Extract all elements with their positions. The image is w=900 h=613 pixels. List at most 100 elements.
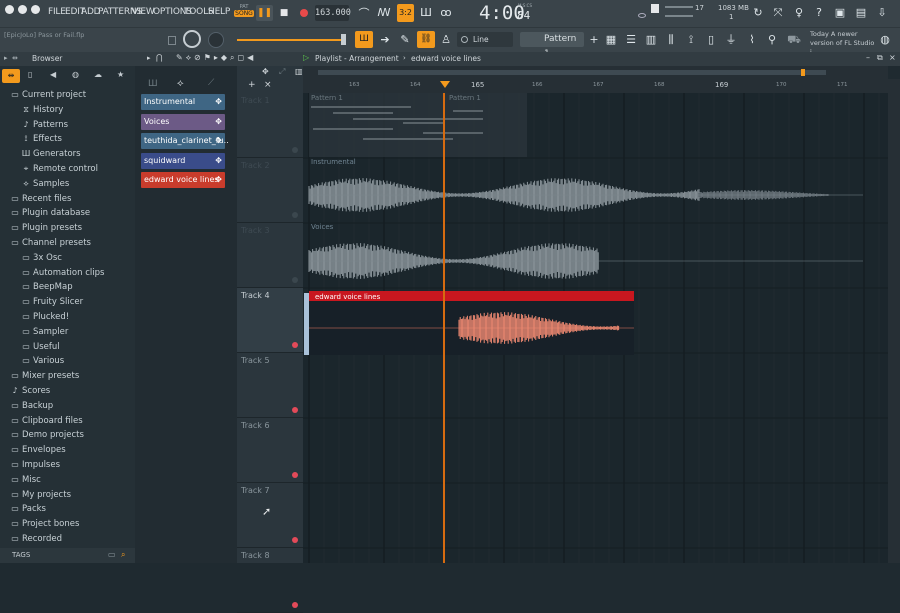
stamp-icon[interactable]: ♙: [439, 33, 453, 47]
master-fader[interactable]: [237, 39, 344, 41]
track-record-dot[interactable]: [292, 537, 298, 543]
help-icon[interactable]: ?: [812, 6, 826, 20]
audio-clip-icon[interactable]: ⟡: [177, 78, 184, 89]
step-edit-icon[interactable]: Ш: [419, 6, 433, 20]
playlist-play-icon[interactable]: ▷: [303, 53, 309, 62]
track-record-dot[interactable]: [292, 212, 298, 218]
remove-track-icon[interactable]: ×: [264, 80, 272, 90]
loop-record-icon[interactable]: ꚙ: [439, 6, 453, 20]
pattern-select[interactable]: Pattern 1: [520, 32, 584, 59]
mixer-icon[interactable]: ⫼: [664, 33, 678, 47]
move-icon[interactable]: ✥: [262, 67, 269, 76]
wait-input-icon[interactable]: ꟿ: [377, 6, 391, 20]
maximize-window-icon[interactable]: [31, 5, 40, 14]
pat-song-toggle[interactable]: PAT SONG: [234, 4, 254, 22]
save-icon[interactable]: ▣: [833, 6, 847, 20]
track-header[interactable]: Track 3: [237, 223, 303, 288]
document-icon[interactable]: ▯: [704, 33, 718, 47]
window-close-icon[interactable]: ×: [889, 53, 896, 62]
menu-help[interactable]: HELP: [208, 7, 230, 17]
menu-view[interactable]: VIEW: [132, 7, 155, 17]
microphone-icon[interactable]: ♀: [792, 6, 806, 20]
cloud-download-icon[interactable]: ⇩: [875, 6, 889, 20]
browser-cloud-tab[interactable]: ☁: [94, 70, 102, 79]
pause-button[interactable]: ❚❚: [256, 5, 273, 21]
picker-clip[interactable]: Instrumental ✥: [141, 94, 225, 110]
drag-handle-icon[interactable]: ✥: [215, 114, 222, 130]
playlist-icon[interactable]: ▦: [604, 33, 618, 47]
timeline-ruler[interactable]: 163 164 165 166 167 168 169 170 171: [303, 79, 888, 93]
plug-icon[interactable]: ⏚: [724, 33, 738, 47]
brush-icon[interactable]: ⌇: [745, 33, 759, 47]
track-record-dot[interactable]: [292, 602, 298, 608]
track-header[interactable]: Track 2: [237, 158, 303, 223]
track-header[interactable]: Track 6: [237, 418, 303, 483]
cart-icon[interactable]: ⛟: [787, 33, 801, 47]
browser-files-tab[interactable]: ▯: [28, 70, 32, 79]
person-icon[interactable]: ⚲: [765, 33, 779, 47]
playlist-grid[interactable]: Pattern 1 Pattern 1 Instrumental Voices edwa…: [303, 93, 888, 563]
drag-handle-icon[interactable]: ✥: [215, 172, 222, 188]
track-header[interactable]: Track 8: [237, 548, 303, 613]
picker-clip[interactable]: edward voice lines ✥: [141, 172, 225, 188]
track-record-dot[interactable]: [292, 342, 298, 348]
browser-plugins-tab[interactable]: ◀: [50, 70, 56, 79]
track-header[interactable]: Track 1: [237, 93, 303, 158]
add-track-icon[interactable]: +: [248, 80, 256, 90]
refresh-icon[interactable]: ↻: [751, 6, 765, 20]
picker-clip[interactable]: teuthida_clarinet_fu.. ✥: [141, 133, 229, 149]
automation-icon[interactable]: ⟋: [208, 78, 214, 88]
master-fader-handle[interactable]: [341, 34, 346, 45]
channel-volume-icon[interactable]: [168, 36, 176, 45]
record-button[interactable]: [300, 9, 308, 17]
overview-scroll[interactable]: [318, 70, 826, 75]
drag-handle-icon[interactable]: ✥: [215, 133, 222, 149]
channel-rack-icon[interactable]: ☰: [624, 33, 638, 47]
piano-roll-icon[interactable]: ▥: [644, 33, 658, 47]
folder-icon[interactable]: ▭: [108, 550, 116, 559]
pitch-knob-icon[interactable]: [638, 13, 646, 18]
browser-all-tab[interactable]: ⇹: [2, 69, 20, 83]
track-header[interactable]: Track 4: [237, 288, 303, 353]
typing-keyboard-button[interactable]: Ш: [355, 31, 373, 48]
piano-icon[interactable]: Ш: [148, 79, 158, 89]
pencil-icon[interactable]: ✎: [398, 33, 412, 47]
playhead-marker[interactable]: [440, 81, 450, 88]
arrow-right-icon[interactable]: ➔: [378, 33, 392, 47]
metronome-icon[interactable]: ⌒: [357, 7, 371, 21]
drag-handle-icon[interactable]: ✥: [215, 94, 222, 110]
track-record-dot[interactable]: [292, 277, 298, 283]
search-icon[interactable]: ⌕: [121, 550, 125, 560]
tempo-display[interactable]: 163.000: [315, 5, 351, 21]
master-volume-knob[interactable]: [183, 30, 201, 48]
menu-file[interactable]: FILE: [48, 7, 66, 17]
picker-clip[interactable]: Voices ✥: [141, 113, 225, 130]
track-record-dot[interactable]: [292, 472, 298, 478]
close-window-icon[interactable]: [5, 5, 14, 14]
add-pattern-icon[interactable]: +: [587, 33, 601, 47]
window-minimize-icon[interactable]: –: [866, 53, 870, 62]
browser-arrow-icon[interactable]: ▸: [4, 54, 8, 62]
track-header[interactable]: Track 5: [237, 353, 303, 418]
track-record-dot[interactable]: [292, 407, 298, 413]
resize-icon[interactable]: ⤢: [279, 67, 285, 77]
panic-icon[interactable]: ⤧: [771, 6, 785, 20]
globe-icon[interactable]: ◍: [878, 33, 892, 47]
drag-handle-icon[interactable]: ✥: [215, 153, 222, 169]
tree-icon[interactable]: ⟟: [684, 33, 698, 47]
master-pitch-knob[interactable]: [208, 32, 224, 48]
render-icon[interactable]: ▤: [854, 6, 868, 20]
countdown-button[interactable]: 3:2: [397, 4, 414, 22]
grid-icon[interactable]: ▥: [295, 67, 303, 76]
window-restore-icon[interactable]: ⧉: [877, 53, 883, 63]
picker-clip[interactable]: squidward dialogues✥: [141, 152, 225, 181]
link-button[interactable]: ⛓: [417, 31, 435, 48]
browser-favorites-tab[interactable]: ★: [117, 70, 124, 79]
vertical-scrollbar[interactable]: [888, 79, 900, 563]
overview-strip[interactable]: [303, 66, 888, 79]
playlist-canvas[interactable]: Pattern 1 Pattern 1 Instrumental Voices edwa…: [303, 93, 888, 563]
stop-button[interactable]: ■: [277, 5, 291, 21]
magnet-snap-icon[interactable]: ⋂: [156, 53, 163, 62]
minimize-window-icon[interactable]: [18, 5, 27, 14]
browser-expand-icon[interactable]: ⇹: [12, 54, 18, 62]
